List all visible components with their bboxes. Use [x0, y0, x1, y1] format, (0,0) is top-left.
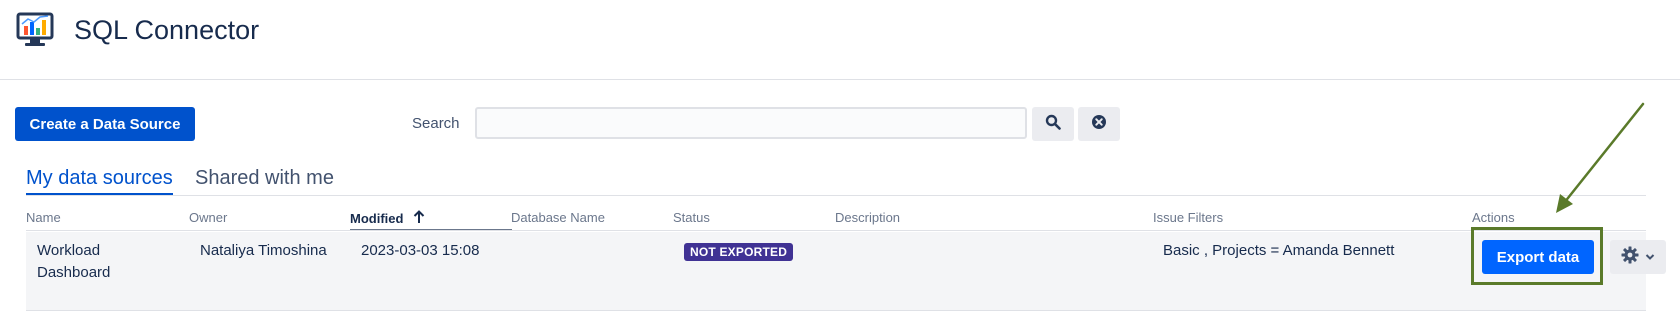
magnifier-icon — [1045, 114, 1061, 135]
column-header-actions: Actions — [1472, 210, 1515, 225]
row-actions-menu-button[interactable] — [1610, 240, 1666, 274]
app-title: SQL Connector — [74, 15, 260, 45]
search-input[interactable] — [475, 107, 1027, 139]
tab-my-data-sources[interactable]: My data sources — [26, 165, 173, 191]
column-header-owner[interactable]: Owner — [189, 210, 227, 226]
column-header-description[interactable]: Description — [835, 210, 900, 226]
column-header-status[interactable]: Status — [673, 210, 710, 226]
search-button[interactable] — [1032, 107, 1074, 141]
cell-name-line-2: Dashboard — [37, 264, 111, 281]
column-header-issue-filters[interactable]: Issue Filters — [1153, 210, 1223, 226]
monitor-chart-icon — [16, 12, 56, 48]
column-header-modified-label: Modified — [350, 211, 404, 226]
gear-icon — [1621, 246, 1639, 269]
cell-owner: Nataliya Timoshina — [200, 242, 327, 259]
header-divider — [0, 79, 1680, 80]
chevron-down-icon — [1645, 248, 1655, 266]
table-row-divider — [26, 310, 1646, 311]
search-label: Search — [412, 115, 460, 132]
tab-shared-with-me[interactable]: Shared with me — [195, 165, 334, 191]
cell-name: Workload Dashboard — [37, 240, 147, 284]
column-header-modified[interactable]: Modified — [350, 210, 425, 228]
active-tab-indicator — [26, 193, 173, 195]
cell-issue-filters: Basic , Projects = Amanda Bennett — [1163, 242, 1395, 259]
export-data-button[interactable]: Export data — [1482, 240, 1594, 274]
column-header-name[interactable]: Name — [26, 210, 61, 226]
create-data-source-button[interactable]: Create a Data Source — [15, 107, 195, 141]
status-badge: NOT EXPORTED — [684, 243, 794, 261]
sort-arrow-up-icon — [413, 210, 425, 228]
cell-modified: 2023-03-03 15:08 — [361, 242, 480, 259]
column-header-database-name[interactable]: Database Name — [511, 210, 605, 226]
annotation-arrow — [1540, 100, 1650, 220]
x-circle-icon — [1091, 114, 1107, 135]
table-header-divider — [26, 230, 1646, 231]
cell-name-line-1: Workload — [37, 242, 101, 259]
tabs-divider — [26, 195, 1646, 196]
clear-search-button[interactable] — [1078, 107, 1120, 141]
